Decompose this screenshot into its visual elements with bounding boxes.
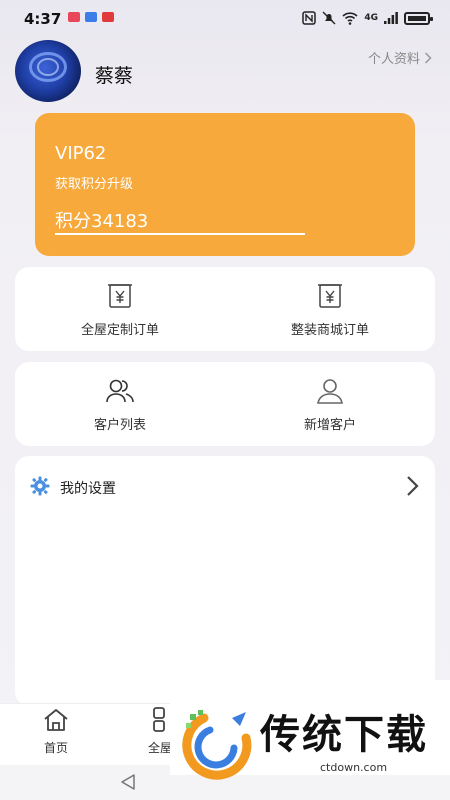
profile-link-label: 个人资料 bbox=[367, 52, 420, 67]
mall-order-button[interactable]: 整装商城订单 bbox=[225, 267, 435, 351]
status-bar: 4:37 4G bbox=[0, 0, 450, 38]
user-name: 蔡蔡 bbox=[95, 65, 134, 87]
settings-row[interactable]: 我的设置 bbox=[15, 456, 435, 516]
gear-icon bbox=[30, 476, 50, 496]
network-type: 4G bbox=[364, 13, 378, 23]
nav-label-home: 首页 bbox=[43, 741, 68, 755]
add-customer-button[interactable]: 新增客户 bbox=[225, 362, 435, 446]
status-app-icons bbox=[68, 12, 114, 22]
notification-app-icon bbox=[102, 12, 114, 22]
screen: 4:37 4G 蔡蔡 个人资料 VIP62 获取积分升级 积分34183 全屋定… bbox=[0, 0, 450, 800]
chevron-right-icon bbox=[407, 476, 419, 496]
nav-label-custom: 全屋 bbox=[147, 741, 172, 755]
mute-icon bbox=[322, 11, 336, 25]
vip-points: 积分34183 bbox=[55, 211, 149, 232]
profile-link[interactable]: 个人资料 bbox=[368, 48, 432, 67]
orders-card: 全屋定制订单 整装商城订单 bbox=[15, 267, 435, 351]
watermark-url: ctdown.com bbox=[320, 761, 388, 774]
watermark: 传统下载 ctdown.com bbox=[170, 680, 450, 780]
user-add-icon bbox=[317, 379, 343, 404]
customer-list-label: 客户列表 bbox=[93, 418, 146, 433]
nav-item-home[interactable]: 首页 bbox=[16, 704, 96, 766]
add-customer-label: 新增客户 bbox=[303, 418, 356, 433]
yen-receipt-icon bbox=[108, 284, 132, 308]
customers-card: 客户列表 新增客户 bbox=[15, 362, 435, 446]
notification-app-icon bbox=[85, 12, 97, 22]
status-time: 4:37 bbox=[24, 10, 62, 28]
custom-order-label: 全屋定制订单 bbox=[80, 323, 159, 338]
battery-icon bbox=[404, 11, 433, 25]
avatar-decoration bbox=[37, 58, 59, 76]
yen-receipt-icon bbox=[318, 284, 342, 308]
custom-order-button[interactable]: 全屋定制订单 bbox=[15, 267, 225, 351]
settings-label: 我的设置 bbox=[60, 481, 116, 497]
wifi-icon bbox=[342, 11, 358, 25]
nfc-icon bbox=[302, 11, 317, 25]
home-icon bbox=[44, 709, 68, 731]
status-indicators: 4G bbox=[302, 11, 433, 25]
users-icon bbox=[106, 379, 134, 403]
customer-list-button[interactable]: 客户列表 bbox=[15, 362, 225, 446]
chevron-right-icon bbox=[424, 51, 432, 64]
vip-card[interactable]: VIP62 获取积分升级 积分34183 bbox=[35, 113, 415, 256]
back-triangle-icon[interactable] bbox=[118, 773, 138, 791]
watermark-text: 传统下载 bbox=[260, 712, 428, 758]
settings-card: 我的设置 bbox=[15, 456, 435, 706]
vip-underline bbox=[55, 233, 305, 235]
vip-level: VIP62 bbox=[55, 143, 107, 164]
mall-order-label: 整装商城订单 bbox=[290, 323, 369, 338]
vip-hint: 获取积分升级 bbox=[55, 177, 134, 192]
notification-app-icon bbox=[68, 12, 80, 22]
signal-icon bbox=[384, 12, 398, 24]
avatar[interactable] bbox=[15, 40, 81, 102]
watermark-logo-icon bbox=[182, 710, 252, 780]
